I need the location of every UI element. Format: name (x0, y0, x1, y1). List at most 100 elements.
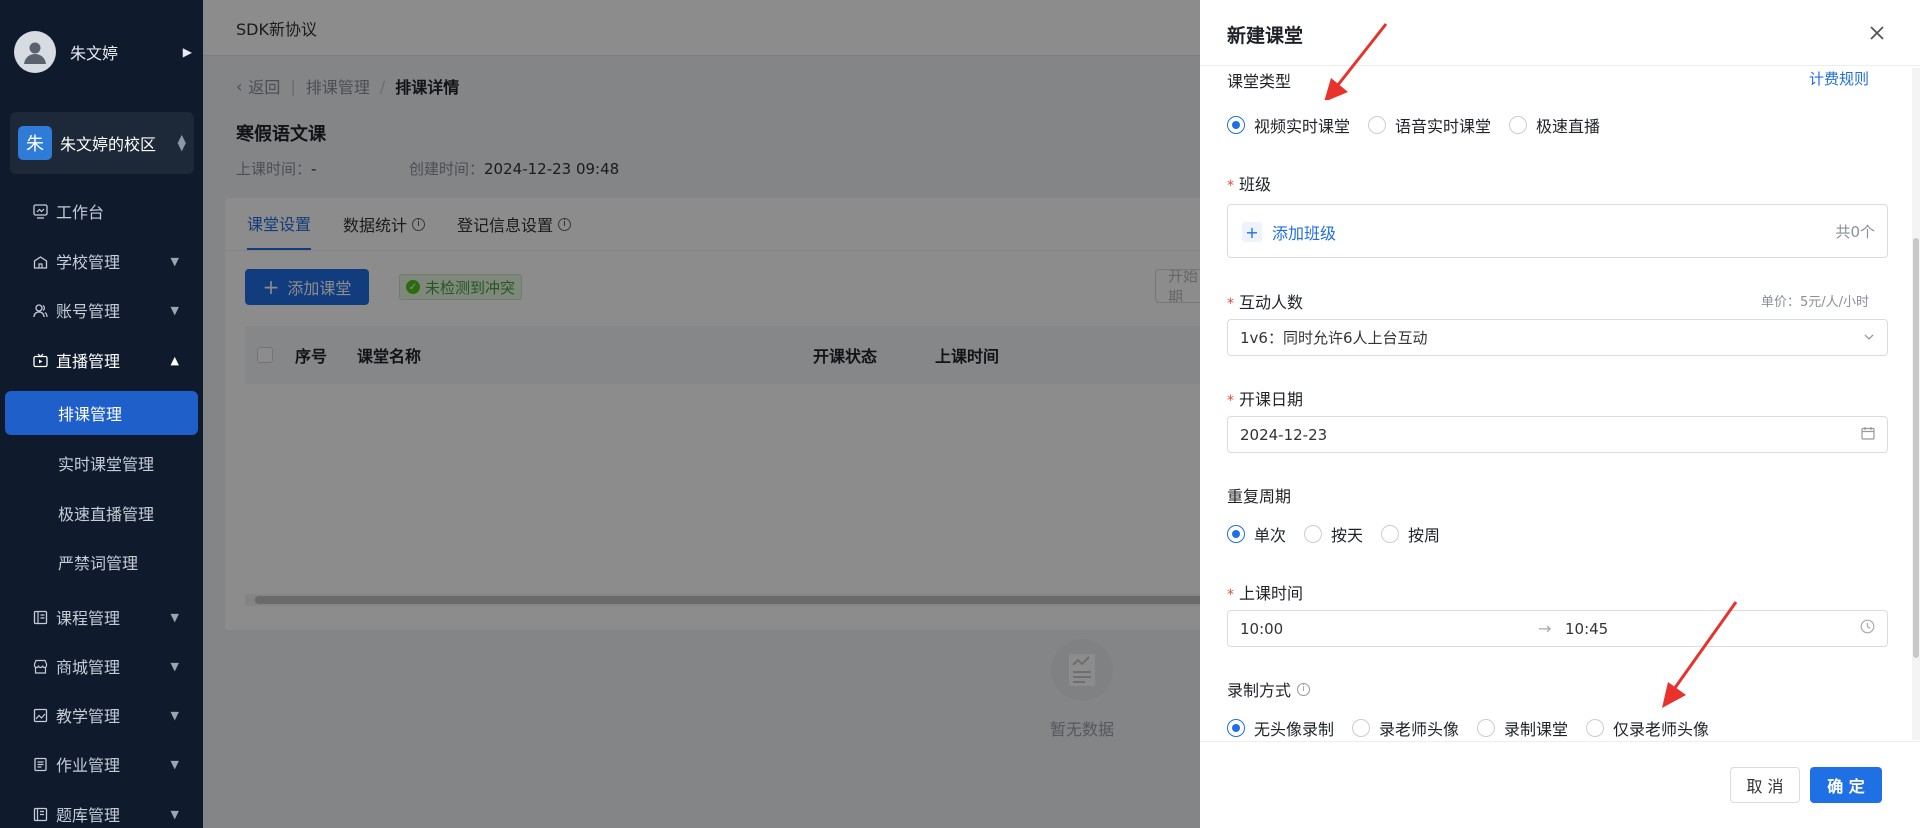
drawer-title: 新建课堂 (1227, 25, 1304, 47)
radio-video-realtime[interactable]: 视频实时课堂 (1227, 113, 1350, 137)
radio-circle[interactable] (1381, 525, 1400, 543)
repeat-radio-group: 单次 按天 按周 (1227, 522, 1458, 546)
arrow-right-icon: → (1538, 619, 1552, 638)
menu-label: 学校管理 (56, 253, 121, 272)
submenu-label: 严禁词管理 (58, 554, 139, 573)
cancel-button[interactable]: 取 消 (1730, 767, 1800, 803)
submenu-item-realtime[interactable]: 实时课堂管理 (58, 443, 154, 483)
recording-radio-group: 无头像录制 录老师头像 录制课堂 仅录老师头像 (1227, 716, 1727, 740)
menu-item-live[interactable]: 直播管理 ▲ (0, 340, 203, 380)
class-group-field: + 添加班级 共0个 (1227, 204, 1888, 258)
label-text: 互动人数 (1239, 293, 1304, 312)
radio-circle[interactable] (1304, 525, 1323, 543)
scrollbar-thumb[interactable] (1913, 238, 1919, 658)
submenu-item-schedule[interactable]: 排课管理 (5, 391, 198, 435)
annotation-arrow-icon (1324, 23, 1388, 100)
radio-label: 极速直播 (1536, 117, 1601, 136)
drawer-footer: 取 消 确 定 (1200, 741, 1920, 828)
menu-item-account[interactable]: 账号管理 ▼ (0, 290, 203, 330)
radio-label: 仅录老师头像 (1613, 720, 1710, 739)
chevron-down-icon: ▼ (170, 303, 179, 317)
required-mark: * (1227, 587, 1234, 603)
class-group-count: 共0个 (1835, 223, 1875, 241)
radio-record-class[interactable]: 录制课堂 (1477, 716, 1568, 740)
user-profile[interactable]: 朱文婷 ▶ (14, 30, 192, 74)
radio-label: 按天 (1331, 526, 1364, 545)
start-date-label: * 开课日期 (1227, 386, 1303, 410)
add-class-group-button[interactable]: + 添加班级 (1242, 220, 1336, 244)
avatar (14, 31, 56, 73)
radio-teacher-avatar[interactable]: 录老师头像 (1352, 716, 1459, 740)
radio-daily[interactable]: 按天 (1304, 522, 1363, 546)
radio-circle[interactable] (1509, 116, 1528, 134)
menu-item-teaching[interactable]: 教学管理 ▼ (0, 695, 203, 735)
radio-teacher-avatar-only[interactable]: 仅录老师头像 (1586, 716, 1709, 740)
radio-label: 录制课堂 (1504, 720, 1569, 739)
time-end-value[interactable]: 10:45 (1565, 620, 1608, 638)
submenu-label: 实时课堂管理 (58, 455, 155, 474)
chevron-down-icon: ▼ (170, 659, 179, 673)
menu-label: 直播管理 (56, 352, 121, 371)
radio-circle[interactable] (1586, 719, 1605, 737)
button-label: 添加班级 (1272, 224, 1337, 243)
start-date-input[interactable]: 2024-12-23 (1227, 416, 1888, 453)
menu-item-question-bank[interactable]: 题库管理 ▼ (0, 794, 203, 828)
radio-circle[interactable] (1227, 116, 1245, 134)
new-class-drawer: 新建课堂 课堂类型 计费规则 视频实时课堂 语音实时课堂 极速直播 * 班级 + … (1200, 0, 1920, 828)
billing-rules-link[interactable]: 计费规则 (1809, 68, 1869, 89)
menu-label: 工作台 (56, 203, 105, 222)
user-icon (24, 42, 46, 64)
radio-fast-live[interactable]: 极速直播 (1509, 113, 1600, 137)
required-mark: * (1227, 296, 1234, 312)
close-icon[interactable] (1866, 22, 1888, 44)
menu-item-workbench[interactable]: 工作台 (0, 191, 203, 231)
required-mark: * (1227, 178, 1234, 194)
clock-icon[interactable] (1860, 619, 1875, 638)
label-text: 开课日期 (1239, 390, 1304, 409)
submenu-label: 极速直播管理 (58, 505, 155, 524)
repeat-label: 重复周期 (1227, 487, 1292, 506)
menu-label: 教学管理 (56, 707, 121, 726)
plus-icon: + (1242, 222, 1262, 242)
radio-circle[interactable] (1352, 719, 1371, 737)
radio-circle[interactable] (1227, 719, 1245, 737)
submenu-item-fast-live[interactable]: 极速直播管理 (58, 493, 154, 533)
menu-label: 题库管理 (56, 806, 121, 825)
unit-price-text: 单价：5元/人/小时 (1761, 295, 1870, 310)
time-start-value[interactable]: 10:00 (1240, 620, 1283, 638)
radio-circle[interactable] (1368, 116, 1387, 134)
class-time-range-input[interactable]: 10:00 → 10:45 (1227, 610, 1888, 647)
radio-once[interactable]: 单次 (1227, 522, 1286, 546)
interactive-select[interactable]: 1v6：同时允许6人上台互动 (1227, 319, 1888, 356)
store-icon (32, 658, 48, 674)
radio-circle[interactable] (1227, 525, 1245, 543)
calendar-icon[interactable] (1861, 426, 1875, 444)
radio-label: 无头像录制 (1254, 720, 1335, 739)
drawer-scrollbar[interactable] (1912, 68, 1920, 740)
document-icon (32, 756, 48, 772)
radio-voice-realtime[interactable]: 语音实时课堂 (1368, 113, 1491, 137)
info-icon[interactable]: i (1297, 682, 1311, 696)
radio-no-avatar[interactable]: 无头像录制 (1227, 716, 1334, 740)
user-name: 朱文婷 (70, 44, 119, 63)
chevron-down-icon: ▼ (170, 757, 179, 771)
book-icon (32, 609, 48, 625)
caret-right-icon[interactable]: ▶ (183, 45, 192, 59)
radio-circle[interactable] (1477, 719, 1496, 737)
class-type-label: 课堂类型 (1227, 72, 1292, 91)
menu-label: 商城管理 (56, 658, 121, 677)
label-text: 班级 (1239, 175, 1272, 194)
campus-switcher[interactable]: 朱 朱文婷的校区 ▲ ▼ (10, 112, 194, 174)
image-icon (32, 707, 48, 723)
input-value: 2024-12-23 (1240, 425, 1328, 444)
radio-weekly[interactable]: 按周 (1381, 522, 1440, 546)
menu-item-course[interactable]: 课程管理 ▼ (0, 597, 203, 637)
chevron-down-icon: ▼ (170, 254, 179, 268)
monitor-icon (32, 203, 48, 219)
confirm-button[interactable]: 确 定 (1810, 767, 1882, 803)
menu-item-mall[interactable]: 商城管理 ▼ (0, 646, 203, 686)
menu-item-school[interactable]: 学校管理 ▼ (0, 241, 203, 281)
menu-item-homework[interactable]: 作业管理 ▼ (0, 744, 203, 784)
submenu-item-banned-words[interactable]: 严禁词管理 (58, 542, 138, 582)
label-text: 上课时间 (1239, 584, 1304, 603)
